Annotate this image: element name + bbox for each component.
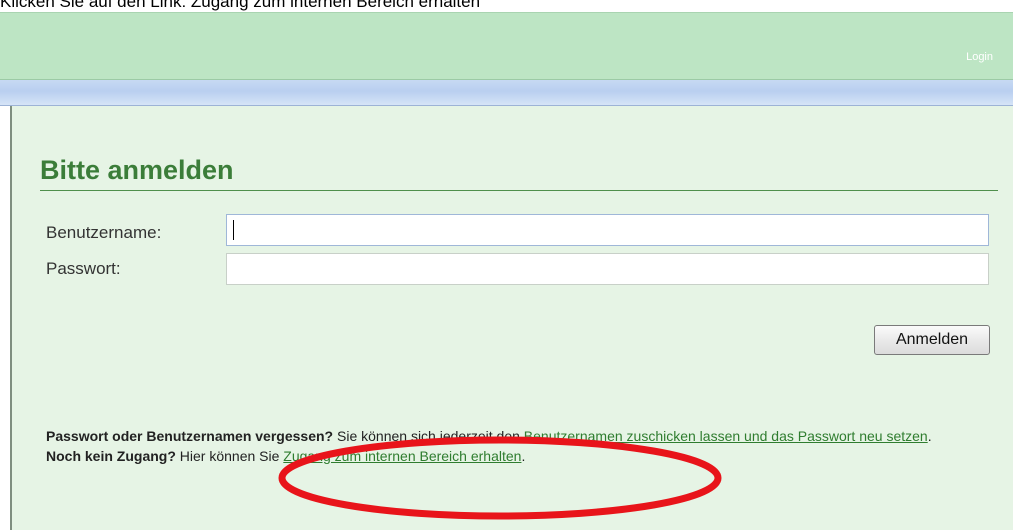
no-access-heading: Noch kein Zugang? (46, 448, 176, 464)
header-bar: Login (0, 12, 1013, 80)
no-access-text: Hier können Sie (175, 448, 284, 464)
reset-credentials-link[interactable]: Benutzernamen zuschicken lassen und das … (524, 428, 928, 444)
forgot-credentials-line: Passwort oder Benutzernamen vergessen? S… (46, 426, 996, 446)
forgot-credentials-text: Sie können sich jederzeit den (333, 428, 524, 444)
navigation-band (0, 80, 1013, 106)
forgot-credentials-heading: Passwort oder Benutzernamen vergessen? (46, 428, 334, 444)
request-access-link[interactable]: Zugang zum internen Bereich erhalten (283, 448, 521, 464)
instruction-caption: Klicken Sie auf den Link: Zugang zum int… (0, 0, 481, 11)
login-link[interactable]: Login (966, 51, 993, 63)
username-label: Benutzername: (46, 223, 162, 242)
help-text: Passwort oder Benutzernamen vergessen? S… (46, 426, 996, 466)
page: Klicken Sie auf den Link: Zugang zum int… (0, 0, 1013, 530)
forgot-credentials-end: . (927, 428, 932, 444)
username-input[interactable] (226, 214, 989, 246)
title-divider (40, 190, 998, 191)
login-panel: Bitte anmelden Benutzername: Passwort: A… (10, 106, 1013, 530)
text-cursor (233, 220, 234, 240)
page-title: Bitte anmelden (40, 155, 234, 185)
login-submit-button[interactable]: Anmelden (874, 325, 990, 355)
password-label: Passwort: (46, 259, 121, 278)
password-input[interactable] (226, 253, 989, 285)
no-access-end: . (521, 448, 526, 464)
no-access-line: Noch kein Zugang? Hier können Sie Zugang… (46, 446, 996, 466)
